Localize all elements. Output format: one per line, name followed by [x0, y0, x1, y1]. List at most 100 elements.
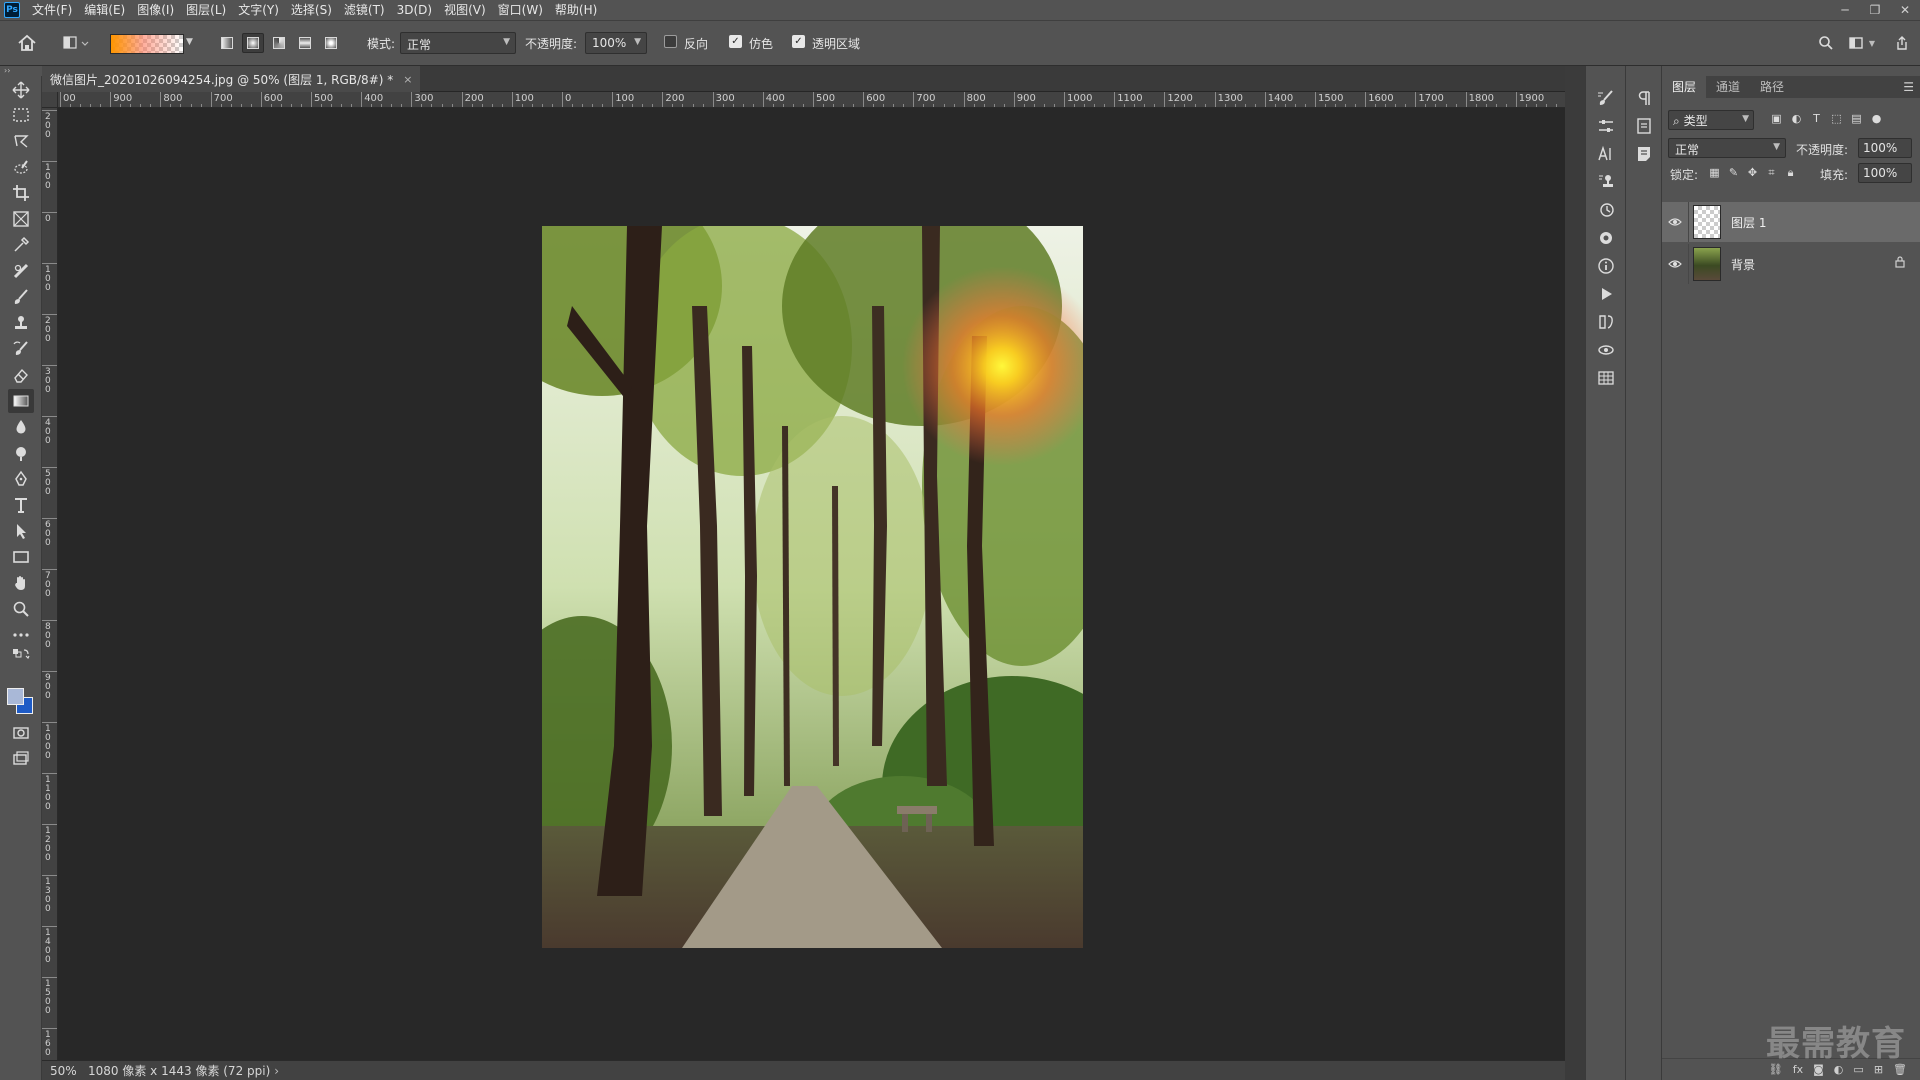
screen-mode-icon[interactable]	[8, 747, 34, 771]
smart-object-filter-icon[interactable]: ▤	[1850, 112, 1863, 125]
zoom-level[interactable]: 50%	[42, 1064, 82, 1078]
history-icon[interactable]	[1594, 198, 1618, 222]
mode-dropdown[interactable]: 正常 ▼	[400, 32, 516, 54]
swap-colors-icon[interactable]	[8, 646, 34, 662]
properties-icon[interactable]	[1632, 114, 1656, 138]
canvas-area[interactable]	[58, 108, 1565, 1060]
type-tool-icon[interactable]	[8, 493, 34, 517]
adjustments-icon[interactable]	[1594, 114, 1618, 138]
document-tab[interactable]: 微信图片_20201026094254.jpg @ 50% (图层 1, RGB…	[42, 66, 421, 92]
foreground-color-swatch[interactable]	[7, 688, 24, 705]
angle-gradient-button[interactable]	[268, 33, 290, 53]
menu-edit[interactable]: 编辑(E)	[78, 0, 131, 20]
info-icon[interactable]	[1594, 254, 1618, 278]
layer-name[interactable]: 背景	[1731, 256, 1755, 273]
opacity-field[interactable]: 100% ▼	[585, 32, 647, 54]
gradient-picker[interactable]	[110, 34, 184, 54]
rectangle-tool-icon[interactable]	[8, 545, 34, 569]
layer-thumbnail[interactable]	[1693, 247, 1721, 281]
notes-icon[interactable]	[1632, 142, 1656, 166]
workspace-icon[interactable]	[1846, 33, 1866, 53]
linear-gradient-button[interactable]	[216, 33, 238, 53]
clone-source-icon[interactable]	[1594, 170, 1618, 194]
diamond-gradient-button[interactable]	[320, 33, 342, 53]
spot-healing-tool-icon[interactable]	[8, 259, 34, 283]
menu-layer[interactable]: 图层(L)	[180, 0, 232, 20]
shape-layer-filter-icon[interactable]: ⬚	[1830, 112, 1843, 125]
libraries-icon[interactable]	[1594, 226, 1618, 250]
paragraph-icon[interactable]	[1632, 86, 1656, 110]
minimize-icon[interactable]: ─	[1830, 0, 1860, 20]
blend-mode-dropdown[interactable]: 正常 ▼	[1668, 138, 1786, 158]
brush-tool-icon[interactable]	[8, 285, 34, 309]
quick-mask-icon[interactable]	[8, 721, 34, 745]
quick-selection-tool-icon[interactable]	[8, 155, 34, 179]
adjustment-layer-filter-icon[interactable]: ◐	[1790, 112, 1803, 125]
lock-image-pixels-icon[interactable]: ✎	[1727, 166, 1740, 179]
menu-filter[interactable]: 滤镜(T)	[338, 0, 391, 20]
lock-artboard-icon[interactable]: ⌗	[1765, 166, 1778, 179]
move-tool-icon[interactable]	[8, 78, 34, 102]
lock-transparent-pixels-icon[interactable]: ▦	[1708, 166, 1721, 179]
layer-row[interactable]: 图层 1	[1662, 202, 1920, 242]
lasso-tool-icon[interactable]	[8, 129, 34, 153]
pixel-layer-filter-icon[interactable]: ▣	[1770, 112, 1783, 125]
reflected-gradient-button[interactable]	[294, 33, 316, 53]
tab-paths[interactable]: 路径	[1750, 76, 1794, 98]
filter-toggle-icon[interactable]: ●	[1870, 112, 1883, 125]
vertical-ruler[interactable]: 2 0 0 1 0 0 0 1 0 0 2 0 0 3 0 0 4 0 0 5 0 0 6 0 …	[42, 108, 58, 1060]
layer-row[interactable]: 背景	[1662, 244, 1920, 284]
frame-tool-icon[interactable]	[8, 207, 34, 231]
more-tools-icon[interactable]	[8, 623, 34, 647]
lock-icon[interactable]	[1895, 256, 1905, 271]
layer-filter-dropdown[interactable]: ⌕ 类型 ▼	[1668, 110, 1754, 130]
panel-menu-icon[interactable]: ☰	[1903, 80, 1914, 94]
hand-tool-icon[interactable]	[8, 571, 34, 595]
zoom-tool-icon[interactable]	[8, 597, 34, 621]
eyedropper-tool-icon[interactable]	[8, 233, 34, 257]
menu-file[interactable]: 文件(F)	[26, 0, 78, 20]
search-icon[interactable]	[1816, 33, 1836, 53]
home-icon[interactable]	[16, 33, 38, 53]
tab-layers[interactable]: 图层	[1662, 76, 1707, 98]
eye-icon[interactable]	[1662, 259, 1688, 269]
menu-view[interactable]: 视图(V)	[438, 0, 492, 20]
blur-tool-icon[interactable]	[8, 415, 34, 439]
chevron-down-icon[interactable]: ▼	[1866, 33, 1878, 53]
lock-position-icon[interactable]: ✥	[1746, 166, 1759, 179]
layer-thumbnail[interactable]	[1693, 205, 1721, 239]
menu-window[interactable]: 窗口(W)	[492, 0, 549, 20]
tab-channels[interactable]: 通道	[1706, 76, 1750, 98]
layer-name[interactable]: 图层 1	[1731, 214, 1766, 231]
history-brush-tool-icon[interactable]	[8, 337, 34, 361]
path-selection-tool-icon[interactable]	[8, 519, 34, 543]
table-grid-icon[interactable]	[1594, 366, 1618, 390]
glyphs-icon[interactable]	[1594, 310, 1618, 334]
eye-icon[interactable]	[1662, 217, 1688, 227]
transparency-checkbox[interactable]: ✓	[792, 35, 805, 48]
close-icon[interactable]: ✕	[1890, 0, 1920, 20]
chevron-down-icon[interactable]: ▼	[186, 37, 193, 47]
close-icon[interactable]: ×	[403, 73, 412, 86]
reverse-checkbox[interactable]	[664, 35, 677, 48]
radial-gradient-button[interactable]	[242, 33, 264, 53]
ruler-origin[interactable]	[42, 92, 58, 108]
menu-3d[interactable]: 3D(D)	[391, 0, 438, 20]
character-icon[interactable]	[1594, 142, 1618, 166]
document-image[interactable]	[542, 226, 1083, 948]
3d-icon[interactable]	[1594, 338, 1618, 362]
marquee-tool-icon[interactable]	[8, 103, 34, 127]
brush-settings-icon[interactable]	[1594, 86, 1618, 110]
status-menu-arrow[interactable]: ›	[274, 1064, 279, 1078]
menu-help[interactable]: 帮助(H)	[549, 0, 603, 20]
tool-preset-picker[interactable]	[62, 34, 90, 52]
gradient-tool-icon[interactable]	[8, 389, 34, 413]
type-layer-filter-icon[interactable]: T	[1810, 112, 1823, 125]
menu-image[interactable]: 图像(I)	[131, 0, 180, 20]
share-icon[interactable]	[1892, 33, 1912, 53]
eraser-tool-icon[interactable]	[8, 363, 34, 387]
lock-all-icon[interactable]: 🔒︎	[1784, 166, 1797, 179]
toolbar-collapse[interactable]: ››	[0, 66, 42, 76]
dither-checkbox[interactable]: ✓	[729, 35, 742, 48]
dodge-tool-icon[interactable]	[8, 441, 34, 465]
